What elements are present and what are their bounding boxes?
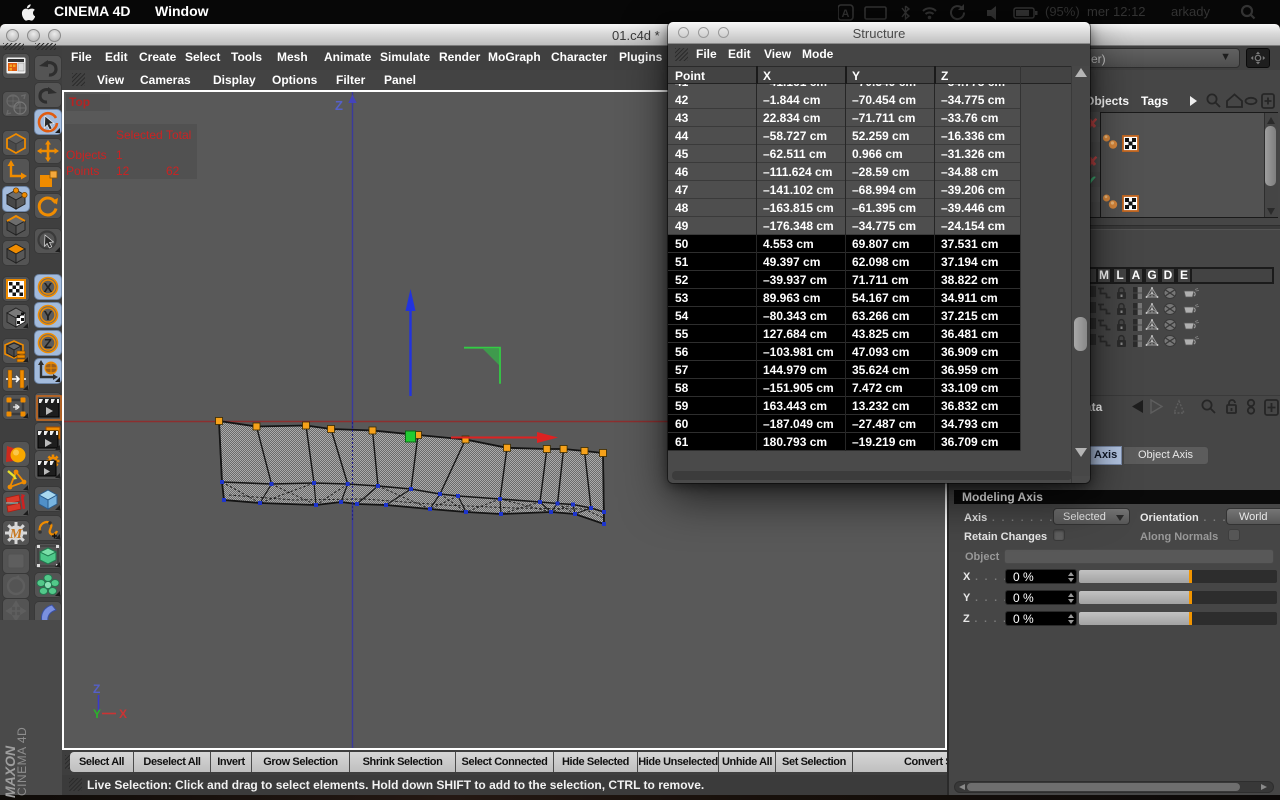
svg-text:Z: Z: [335, 98, 343, 113]
svg-text:X: X: [44, 280, 53, 295]
svg-text:Y: Y: [93, 707, 101, 721]
svg-text:A: A: [842, 8, 850, 20]
svg-text:Z: Z: [93, 682, 100, 696]
svg-text:Z: Z: [44, 336, 52, 351]
svg-text:Y: Y: [44, 308, 53, 323]
svg-text:X: X: [119, 707, 127, 721]
svg-text:M: M: [9, 527, 23, 542]
